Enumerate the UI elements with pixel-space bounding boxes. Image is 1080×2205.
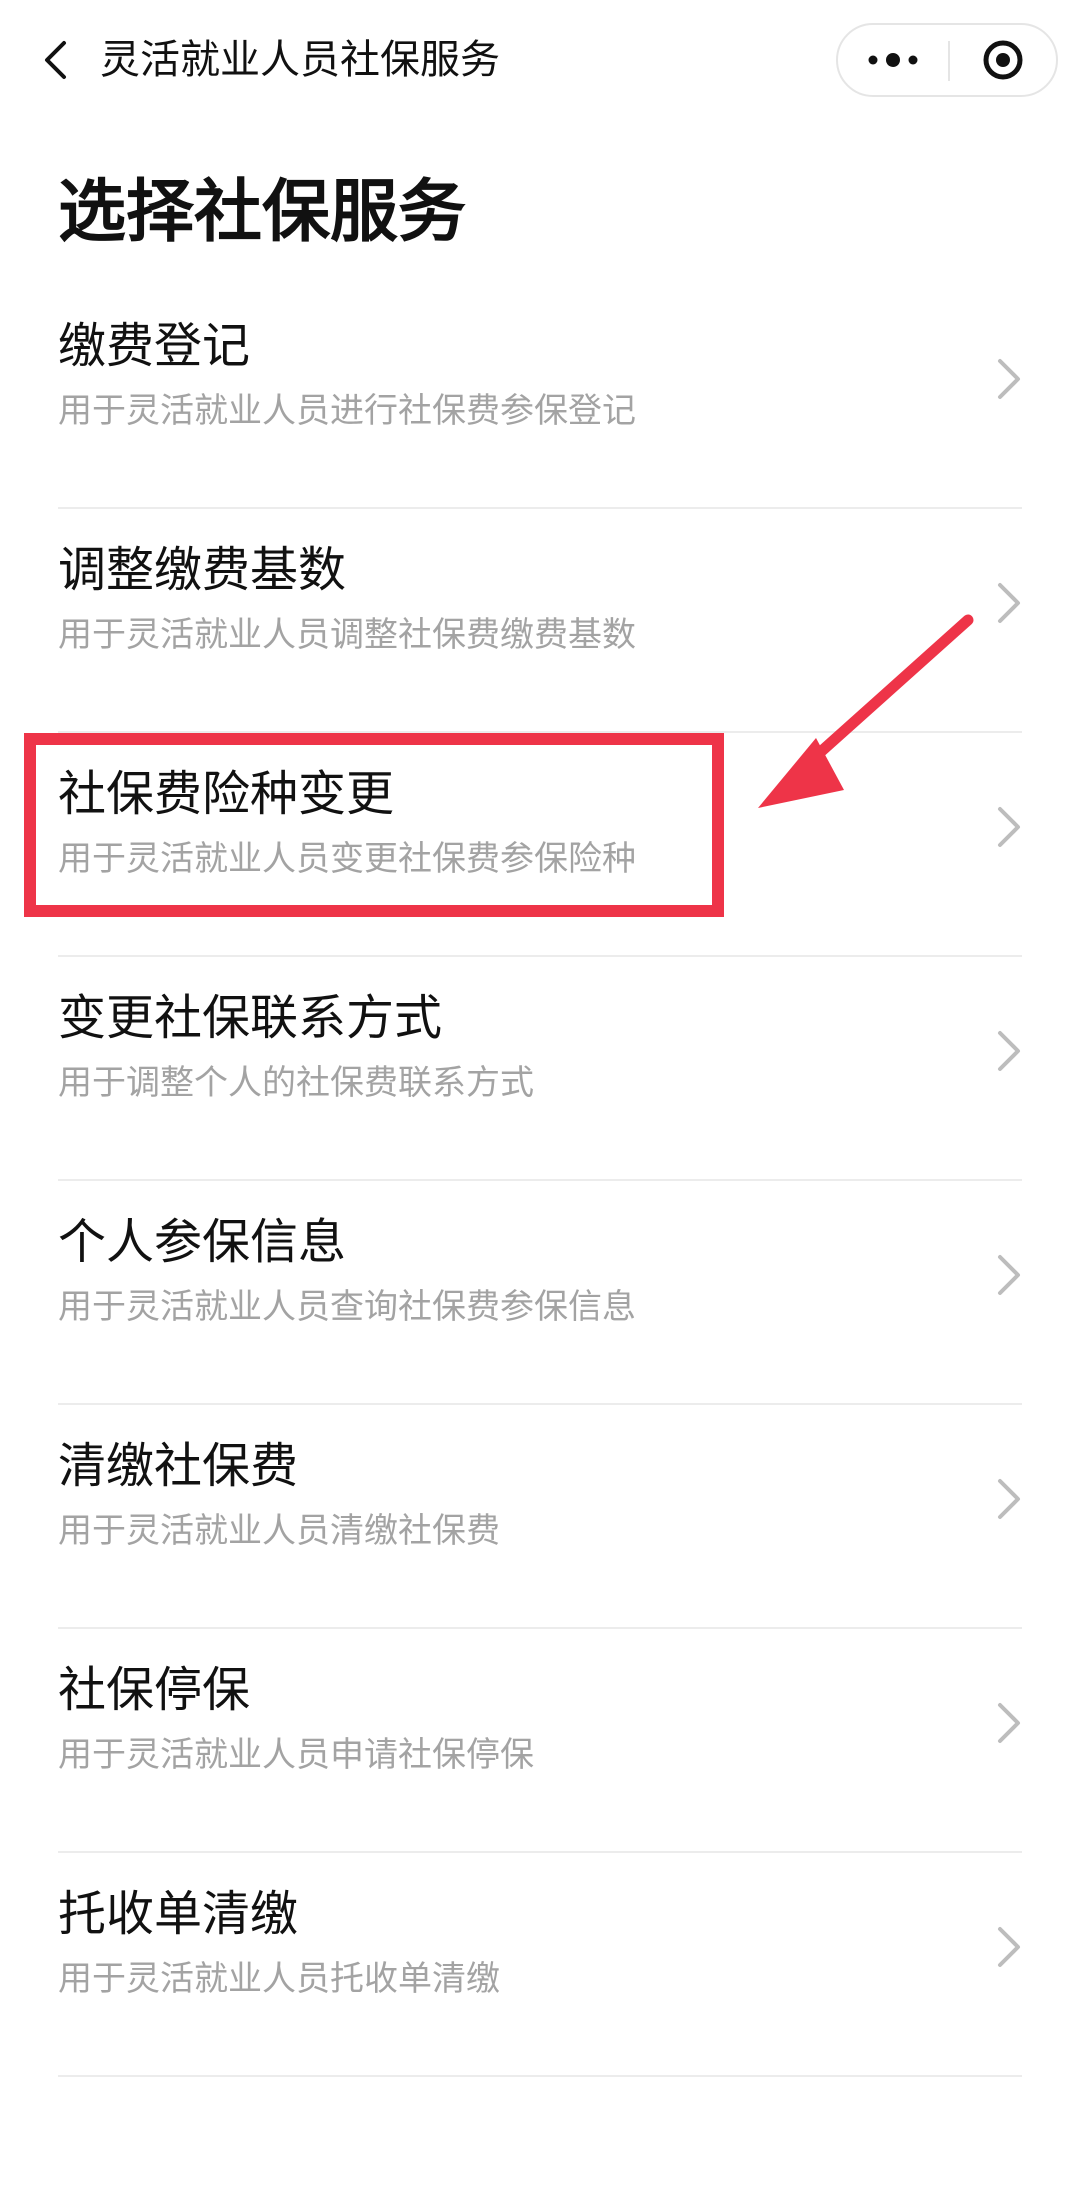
page-title: 选择社保服务 [58,173,467,252]
service-title: 个人参保信息 [58,1214,347,1270]
service-title: 调整缴费基数 [58,542,347,598]
service-list: 缴费登记 用于灵活就业人员进行社保费参保登记 调整缴费基数 用于灵活就业人员调整… [0,285,1080,2077]
chevron-right-icon [998,1255,1020,1295]
service-item-insurance-type-change[interactable]: 社保费险种变更 用于灵活就业人员变更社保费参保险种 [0,733,1080,957]
service-title: 托收单清缴 [58,1886,299,1942]
page: 灵活就业人员社保服务 选择社保服务 缴费登记 用于灵活就业人员进行社保费参保登记… [0,0,1080,2205]
service-description: 用于灵活就业人员查询社保费参保信息 [58,1287,636,1327]
close-mini-program-button[interactable] [950,25,1056,95]
chevron-right-icon [998,359,1020,399]
chevron-right-icon [998,1927,1020,1967]
service-item-payment-registration[interactable]: 缴费登记 用于灵活就业人员进行社保费参保登记 [0,285,1080,509]
chevron-right-icon [998,807,1020,847]
service-item-clear-payment[interactable]: 清缴社保费 用于灵活就业人员清缴社保费 [0,1405,1080,1629]
chevron-left-icon [45,41,66,79]
service-description: 用于灵活就业人员变更社保费参保险种 [58,839,636,879]
service-item-adjust-base[interactable]: 调整缴费基数 用于灵活就业人员调整社保费缴费基数 [0,509,1080,733]
service-title: 社保停保 [58,1662,251,1718]
service-description: 用于灵活就业人员申请社保停保 [58,1735,534,1775]
mini-program-capsule [836,23,1058,97]
target-circle-icon [983,40,1023,80]
service-title: 社保费险种变更 [58,766,395,822]
chevron-right-icon [998,583,1020,623]
service-title: 变更社保联系方式 [58,990,443,1046]
service-description: 用于灵活就业人员清缴社保费 [58,1511,500,1551]
service-item-collection-payment[interactable]: 托收单清缴 用于灵活就业人员托收单清缴 [0,1853,1080,2077]
chevron-right-icon [998,1479,1020,1519]
service-title: 清缴社保费 [58,1438,299,1494]
back-button[interactable] [28,34,80,86]
navigation-bar: 灵活就业人员社保服务 [0,0,1080,122]
service-item-stop-insurance[interactable]: 社保停保 用于灵活就业人员申请社保停保 [0,1629,1080,1853]
navigation-title: 灵活就业人员社保服务 [100,37,500,83]
service-title: 缴费登记 [58,318,251,374]
service-description: 用于灵活就业人员托收单清缴 [58,1959,500,1999]
service-description: 用于灵活就业人员进行社保费参保登记 [58,391,636,431]
service-description: 用于调整个人的社保费联系方式 [58,1063,534,1103]
more-dots-icon [868,53,918,67]
service-item-change-contact[interactable]: 变更社保联系方式 用于调整个人的社保费联系方式 [0,957,1080,1181]
service-description: 用于灵活就业人员调整社保费缴费基数 [58,615,636,655]
chevron-right-icon [998,1703,1020,1743]
more-button[interactable] [838,25,948,95]
chevron-right-icon [998,1031,1020,1071]
service-item-personal-info[interactable]: 个人参保信息 用于灵活就业人员查询社保费参保信息 [0,1181,1080,1405]
